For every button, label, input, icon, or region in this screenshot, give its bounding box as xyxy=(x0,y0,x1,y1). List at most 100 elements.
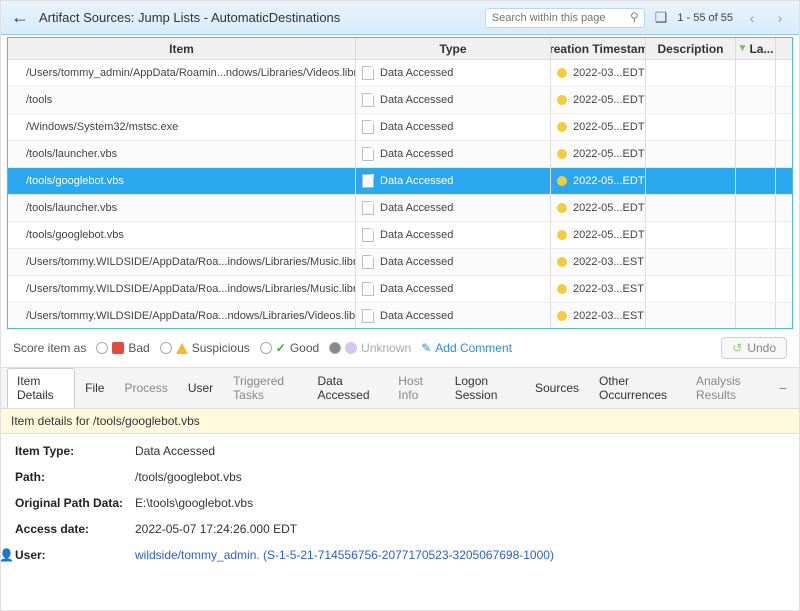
status-dot-icon xyxy=(557,95,567,105)
document-icon xyxy=(362,282,374,296)
bad-icon xyxy=(112,342,124,354)
row-item-path: /tools/googlebot.vbs xyxy=(8,222,356,248)
tab-logon-session[interactable]: Logon Session xyxy=(445,368,525,408)
document-icon xyxy=(362,66,374,80)
row-timestamp: 2022-05...EDT xyxy=(551,222,646,248)
table-row[interactable]: /tools/launcher.vbsData Accessed2022-05.… xyxy=(8,141,792,168)
undo-button[interactable]: ↺Undo xyxy=(721,337,787,359)
document-icon xyxy=(362,174,374,188)
tab-sources[interactable]: Sources xyxy=(525,375,589,401)
row-last xyxy=(736,87,776,113)
column-header-description[interactable]: Description xyxy=(646,38,736,59)
table-row[interactable]: /tools/googlebot.vbsData Accessed2022-05… xyxy=(8,222,792,249)
results-grid: Item Type Creation Timestamp Description… xyxy=(7,37,793,329)
column-header-item[interactable]: Item xyxy=(8,38,356,59)
row-type: Data Accessed xyxy=(356,249,551,275)
tab-process: Process xyxy=(114,375,177,401)
comment-icon: ✎ xyxy=(421,341,431,355)
row-description xyxy=(646,60,736,86)
row-item-path: /tools/googlebot.vbs xyxy=(8,168,356,194)
row-description xyxy=(646,114,736,140)
tab-host-info: Host Info xyxy=(388,368,444,408)
prev-page-icon[interactable]: ‹ xyxy=(743,9,761,27)
table-row[interactable]: /toolsData Accessed2022-05...EDT xyxy=(8,87,792,114)
tab-user[interactable]: User xyxy=(178,375,223,401)
table-row[interactable]: /tools/googlebot.vbsData Accessed2022-05… xyxy=(8,168,792,195)
search-input[interactable] xyxy=(485,8,645,28)
row-description xyxy=(646,276,736,302)
score-unknown[interactable]: Unknown xyxy=(329,341,411,355)
access-date-value: 2022-05-07 17:24:26.000 EDT xyxy=(135,522,297,536)
user-icon: 👤 xyxy=(0,548,11,562)
row-timestamp: 2022-03...EST xyxy=(551,249,646,275)
sort-icon: ▼ xyxy=(738,43,748,54)
score-good[interactable]: ✓Good xyxy=(260,341,319,355)
column-header-timestamp[interactable]: Creation Timestamp xyxy=(551,38,646,59)
grid-header: Item Type Creation Timestamp Description… xyxy=(8,38,792,60)
table-row[interactable]: /tools/launcher.vbsData Accessed2022-05.… xyxy=(8,195,792,222)
row-timestamp: 2022-05...EDT xyxy=(551,168,646,194)
tab-item-details[interactable]: Item Details xyxy=(7,368,75,408)
header-bar: ← Artifact Sources: Jump Lists - Automat… xyxy=(1,1,799,35)
status-dot-icon xyxy=(557,149,567,159)
search-icon[interactable]: ⚲ xyxy=(630,10,639,24)
column-header-last[interactable]: ▼La... xyxy=(736,38,776,59)
original-path-value: E:\tools\googlebot.vbs xyxy=(135,496,253,510)
row-description xyxy=(646,141,736,167)
score-bar: Score item as Bad Suspicious ✓Good Unkno… xyxy=(1,329,799,368)
row-timestamp: 2022-05...EDT xyxy=(551,87,646,113)
row-type: Data Accessed xyxy=(356,303,551,328)
search-wrap: ⚲ xyxy=(485,8,645,28)
row-timestamp: 2022-05...EDT xyxy=(551,114,646,140)
tab-data-accessed[interactable]: Data Accessed xyxy=(307,368,388,408)
original-path-label: Original Path Data: xyxy=(15,496,135,510)
table-row[interactable]: /Users/tommy.WILDSIDE/AppData/Roa...indo… xyxy=(8,249,792,276)
row-timestamp: 2022-05...EDT xyxy=(551,141,646,167)
table-row[interactable]: /Users/tommy.WILDSIDE/AppData/Roa...ndow… xyxy=(8,303,792,328)
status-dot-icon xyxy=(557,230,567,240)
access-date-label: Access date: xyxy=(15,522,135,536)
document-icon xyxy=(362,309,374,323)
grid-body[interactable]: /Users/tommy_admin/AppData/Roamin...ndow… xyxy=(8,60,792,328)
status-dot-icon xyxy=(557,176,567,186)
row-description xyxy=(646,303,736,328)
row-item-path: /tools/launcher.vbs xyxy=(8,195,356,221)
score-suspicious[interactable]: Suspicious xyxy=(160,341,250,355)
collapse-icon[interactable]: − xyxy=(773,380,793,396)
status-dot-icon xyxy=(557,284,567,294)
row-last xyxy=(736,168,776,194)
tab-file[interactable]: File xyxy=(75,375,114,401)
item-details-panel: Item Type: Data Accessed Path: /tools/go… xyxy=(1,434,799,584)
score-bad[interactable]: Bad xyxy=(96,341,149,355)
back-arrow-icon[interactable]: ← xyxy=(11,7,29,28)
table-row[interactable]: /Users/tommy.WILDSIDE/AppData/Roa...indo… xyxy=(8,276,792,303)
unknown-icon xyxy=(345,342,357,354)
document-icon xyxy=(362,120,374,134)
next-page-icon[interactable]: › xyxy=(771,9,789,27)
details-banner: Item details for /tools/googlebot.vbs xyxy=(1,409,799,434)
row-timestamp: 2022-03...EST xyxy=(551,303,646,328)
warning-icon xyxy=(176,343,188,354)
row-description xyxy=(646,222,736,248)
row-description xyxy=(646,249,736,275)
tabs-bar: Item DetailsFileProcessUserTriggered Tas… xyxy=(1,368,799,409)
table-row[interactable]: ✓/Windows/System32/mstsc.exeData Accesse… xyxy=(8,114,792,141)
tab-other-occurrences[interactable]: Other Occurrences xyxy=(589,368,686,408)
radio-icon xyxy=(329,342,341,354)
row-type: Data Accessed xyxy=(356,168,551,194)
row-item-path: /Users/tommy.WILDSIDE/AppData/Roa...indo… xyxy=(8,249,356,275)
user-link[interactable]: wildside/tommy_admin. (S-1-5-21-71455675… xyxy=(135,548,554,562)
column-header-type[interactable]: Type xyxy=(356,38,551,59)
status-dot-icon xyxy=(557,311,567,321)
row-last xyxy=(736,60,776,86)
document-icon xyxy=(362,255,374,269)
row-type: Data Accessed xyxy=(356,276,551,302)
row-type: Data Accessed xyxy=(356,222,551,248)
table-row[interactable]: /Users/tommy_admin/AppData/Roamin...ndow… xyxy=(8,60,792,87)
row-item-path: /tools xyxy=(8,87,356,113)
row-description xyxy=(646,195,736,221)
document-icon xyxy=(362,228,374,242)
add-comment-link[interactable]: ✎Add Comment xyxy=(421,341,512,355)
row-last xyxy=(736,195,776,221)
copy-icon[interactable]: ❑ xyxy=(655,9,668,26)
